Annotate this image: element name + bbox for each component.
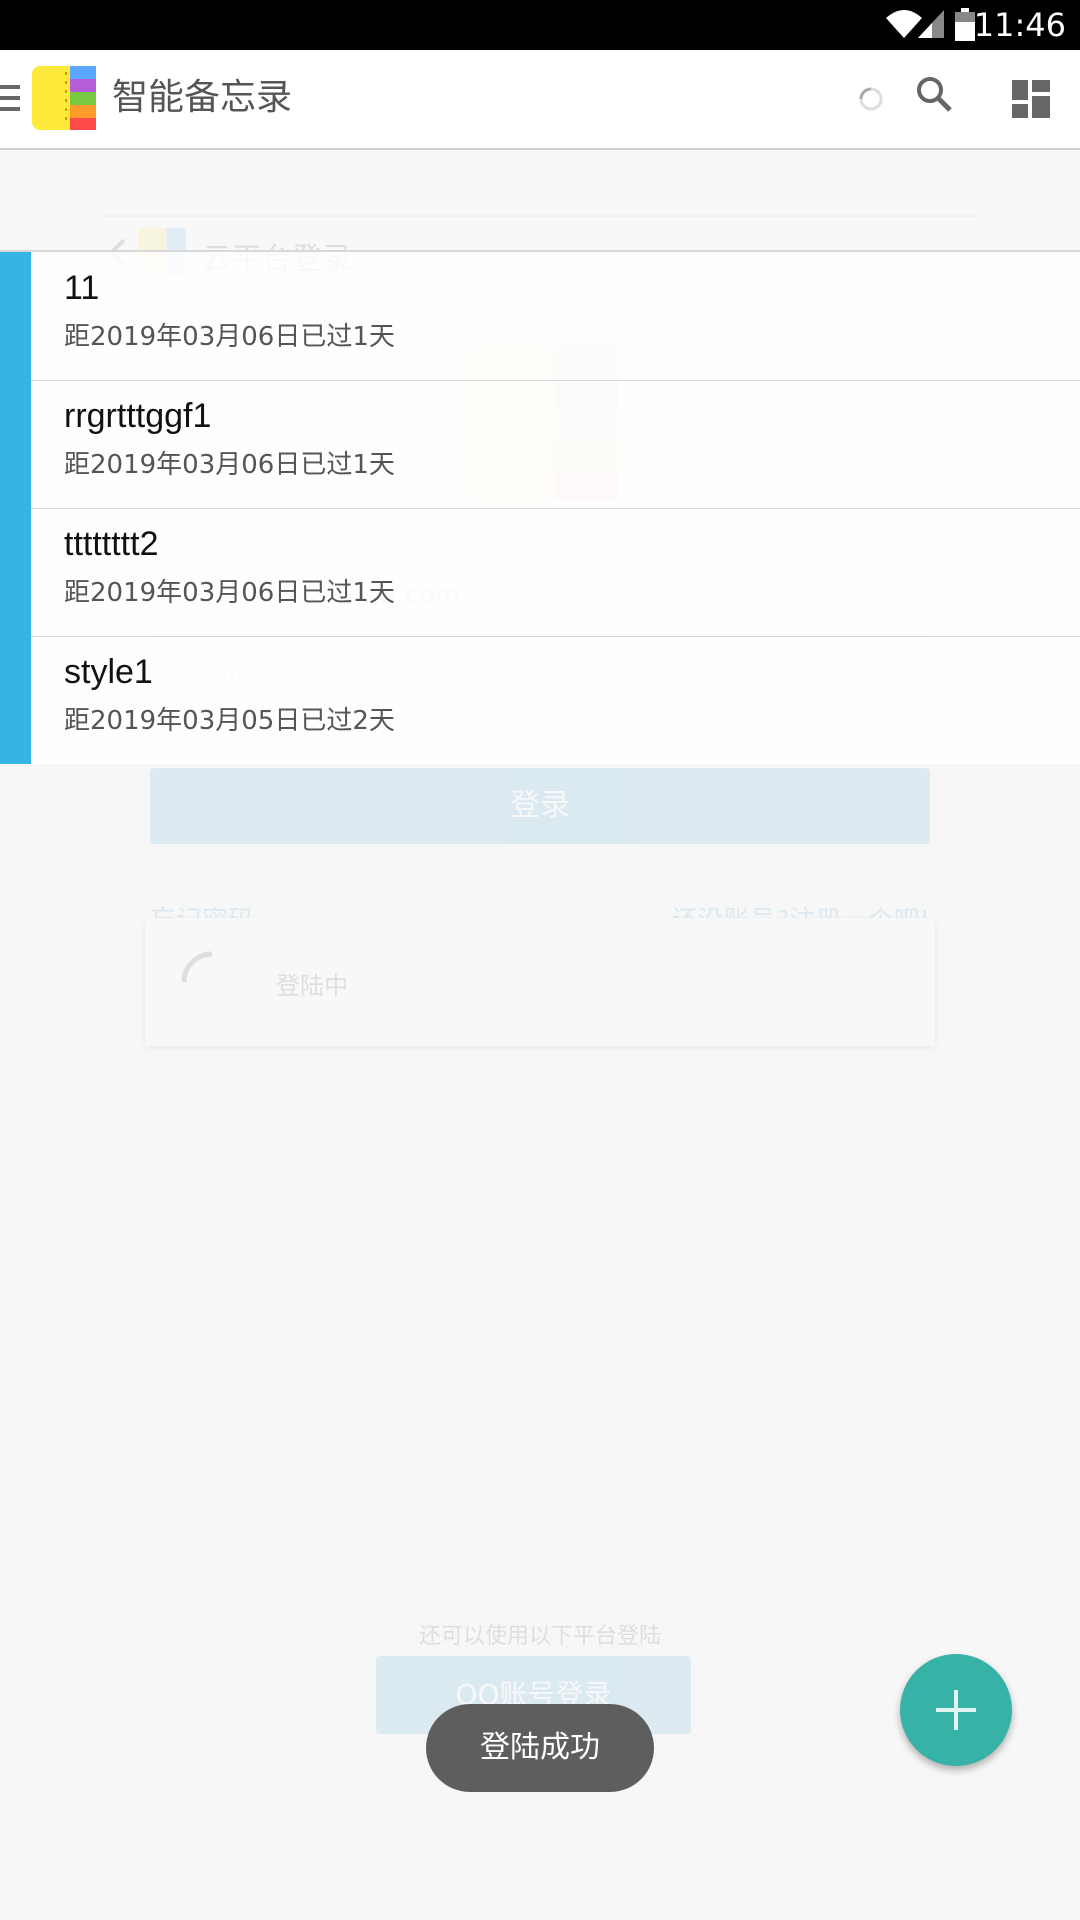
loading-dialog — [145, 918, 935, 1046]
note-elapsed: 距2019年03月06日已过1天 — [64, 578, 395, 608]
note-title: tttttttt2 — [64, 525, 159, 563]
note-list: 11 距2019年03月06日已过1天 rrgrtttggf1 距2019年03… — [0, 250, 1080, 764]
list-accent-bar — [0, 252, 31, 764]
status-bar: 11:46 — [0, 0, 1080, 50]
register-link: 还没账号?注册一个吧! — [671, 906, 930, 936]
battery-icon — [955, 8, 975, 41]
note-elapsed: 距2019年03月05日已过2天 — [64, 706, 395, 736]
status-time: 11:46 — [973, 6, 1066, 44]
loading-spinner-icon — [859, 87, 883, 111]
note-title: rrgrtttggf1 — [64, 397, 212, 435]
toast-message: 登陆成功 — [426, 1704, 654, 1792]
app-title: 智能备忘录 — [112, 77, 293, 118]
other-platforms-note: 还可以使用以下平台登陆 — [418, 1624, 661, 1649]
app-logo — [32, 66, 96, 130]
menu-icon[interactable] — [0, 83, 22, 115]
dashboard-icon[interactable] — [1012, 80, 1050, 118]
forgot-password-link: 忘记密码 — [150, 906, 255, 936]
list-item[interactable]: tttttttt2 距2019年03月06日已过1天 — [31, 508, 1080, 637]
list-item[interactable]: rrgrtttggf1 距2019年03月06日已过1天 — [31, 380, 1080, 509]
note-title: 11 — [64, 269, 100, 307]
list-item[interactable]: style1 距2019年03月05日已过2天 — [31, 636, 1080, 764]
note-elapsed: 距2019年03月06日已过1天 — [64, 450, 395, 480]
add-note-button[interactable] — [900, 1654, 1012, 1766]
dialog-spinner-icon — [181, 951, 213, 983]
cell-signal-icon — [918, 10, 944, 38]
app-bar: 智能备忘录 — [0, 50, 1080, 150]
note-elapsed: 距2019年03月06日已过1天 — [64, 322, 395, 352]
list-item[interactable]: 11 距2019年03月06日已过1天 — [31, 252, 1080, 381]
note-title: style1 — [64, 653, 153, 691]
search-icon[interactable] — [914, 74, 954, 114]
login-button: 登录 — [150, 768, 930, 844]
plus-icon — [936, 1690, 976, 1730]
loading-dialog-text: 登陆中 — [276, 972, 348, 1000]
